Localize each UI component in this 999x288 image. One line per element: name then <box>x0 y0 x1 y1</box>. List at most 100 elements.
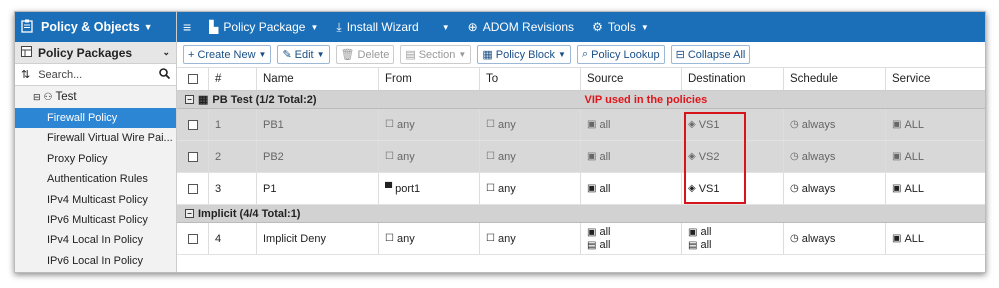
chevron-down-icon: ▼ <box>310 22 319 32</box>
schedule-icon: ◷ <box>790 233 799 244</box>
column-header-destination[interactable]: Destination <box>682 68 784 90</box>
address-icon: ▣ <box>688 226 698 238</box>
column-header-name[interactable]: Name <box>257 68 379 90</box>
nav-item-firewall-policy[interactable]: Firewall Policy <box>15 108 176 129</box>
policy-lookup-button[interactable]: ⌕ Policy Lookup <box>576 45 665 64</box>
table-row[interactable]: 2 PB2 ☐ any ☐ any ▣ all ◈ VS2 ◷ always ▣ ALL <box>177 141 985 173</box>
tools-label: Tools <box>607 20 636 34</box>
nav-item-ipv6-local-in[interactable]: IPv6 Local In Policy <box>15 251 176 271</box>
collapse-icon[interactable]: − <box>185 209 194 218</box>
vip-annotation: VIP used in the policies <box>584 93 708 106</box>
delete-label: Delete <box>357 48 390 61</box>
port-icon: ▀ <box>385 183 393 194</box>
row-destination: ▣ all ▤ all <box>682 223 784 254</box>
install-wizard-button[interactable]: ⤓ Install Wizard <box>336 20 418 35</box>
column-header-service[interactable]: Service <box>886 68 985 90</box>
nav-item-ipv4-multicast[interactable]: IPv4 Multicast Policy <box>15 190 176 210</box>
globe-icon: ⊕ <box>467 20 478 34</box>
install-dropdown-button[interactable]: ▼ <box>437 23 450 32</box>
module-title: Policy & Objects <box>41 20 140 34</box>
row-source: ▣ all <box>581 109 682 140</box>
nav-item-authentication-rules[interactable]: Authentication Rules <box>15 169 176 189</box>
row-checkbox[interactable] <box>177 109 209 140</box>
row-checkbox[interactable] <box>177 223 209 254</box>
create-new-button[interactable]: + Create New ▼ <box>183 45 272 64</box>
address-icon: ▣ <box>587 183 597 194</box>
row-schedule: ◷ always <box>784 141 886 172</box>
policy-packages-header[interactable]: Policy Packages ⌄ <box>15 42 176 64</box>
row-checkbox[interactable] <box>177 173 209 204</box>
row-source: ▣ all <box>581 173 682 204</box>
hamburger-menu-button[interactable]: ≡ <box>183 19 191 35</box>
tools-menu[interactable]: ⚙ Tools ▼ <box>592 20 649 34</box>
chevron-down-icon[interactable]: ⌄ <box>162 47 170 58</box>
section-row-implicit[interactable]: − Implicit (4/4 Total:1) <box>177 205 985 223</box>
search-icon[interactable] <box>159 67 171 82</box>
table-row[interactable]: 3 P1 ▀ port1 ☐ any ▣ all ◈ VS1 ◷ always ▣ ALL <box>177 173 985 205</box>
row-schedule: ◷ always <box>784 223 886 254</box>
collapse-icon[interactable]: − <box>185 95 194 104</box>
nav-item-firewall-virtual-wire[interactable]: Firewall Virtual Wire Pai... <box>15 128 176 148</box>
row-number: 2 <box>209 141 257 172</box>
left-panel: Policy & Objects ▼ Policy Packages ⌄ ⇅ S… <box>15 12 177 272</box>
row-checkbox[interactable] <box>177 141 209 172</box>
policy-objects-menu[interactable]: Policy & Objects ▼ <box>15 12 176 42</box>
policy-block-icon: ▦ <box>482 49 493 61</box>
install-wizard-label: Install Wizard <box>346 20 419 34</box>
collapse-all-button[interactable]: ⊟ Collapse All <box>670 45 751 64</box>
policy-block-button[interactable]: ▦ Policy Block ▼ <box>477 45 571 64</box>
address-icon: ▣ <box>587 119 597 130</box>
column-header-source[interactable]: Source <box>581 68 682 90</box>
chevron-down-icon: ▼ <box>441 22 450 32</box>
search-input[interactable]: Search... <box>38 69 159 81</box>
row-from: ☐ any <box>379 223 480 254</box>
section-button[interactable]: ▤ Section ▼ <box>400 45 472 64</box>
package-folder-icon: ⚇ <box>43 91 53 103</box>
column-header-schedule[interactable]: Schedule <box>784 68 886 90</box>
schedule-icon: ◷ <box>790 151 799 162</box>
interface-icon: ☐ <box>486 183 495 194</box>
section-icon: ▤ <box>405 49 416 61</box>
row-to: ☐ any <box>480 109 581 140</box>
tree-search: ⇅ Search... <box>15 64 176 86</box>
row-service: ▣ ALL <box>892 118 925 131</box>
gear-icon: ⚙ <box>592 20 603 34</box>
tree-node-test[interactable]: ⊟ ⚇ Test <box>15 86 176 108</box>
edit-button[interactable]: ✎ Edit ▼ <box>277 45 330 64</box>
address-icon: ▣ <box>587 151 597 162</box>
nav-item-ipv4-local-in[interactable]: IPv4 Local In Policy <box>15 230 176 250</box>
table-row[interactable]: 1 PB1 ☐ any ☐ any ▣ all ◈ VS1 ◷ always ▣ ALL <box>177 109 985 141</box>
row-schedule: ◷ always <box>784 109 886 140</box>
policy-block-label: Policy Block <box>495 48 556 61</box>
collapse-icon[interactable]: ⊟ <box>33 92 41 103</box>
chevron-down-icon: ▼ <box>143 22 153 32</box>
section-row-pb-test[interactable]: − ▦ PB Test (1/2 Total:2) VIP used in th… <box>177 91 985 109</box>
tree-node-label: Test <box>55 91 77 103</box>
adom-revisions-button[interactable]: ⊕ ADOM Revisions <box>468 20 574 34</box>
table-row[interactable]: 4 Implicit Deny ☐ any ☐ any ▣ all ▤ all ▣ all… <box>177 223 985 255</box>
plus-icon: + <box>188 48 195 61</box>
chevron-down-icon: ▼ <box>258 50 267 59</box>
policy-package-menu[interactable]: ▙ Policy Package ▼ <box>209 20 318 34</box>
clipboard-icon <box>21 19 33 36</box>
column-header-number[interactable]: # <box>209 68 257 90</box>
section-label: Section <box>418 48 456 61</box>
row-name: PB2 <box>257 141 379 172</box>
policy-packages-label: Policy Packages <box>38 45 133 60</box>
collapse-icon: ⊟ <box>675 49 685 61</box>
row-to: ☐ any <box>480 223 581 254</box>
delete-button[interactable]: 🗑 Delete <box>335 45 395 64</box>
row-number: 1 <box>209 109 257 140</box>
service-icon: ▣ <box>892 119 902 130</box>
column-header-from[interactable]: From <box>379 68 480 90</box>
sort-icon[interactable]: ⇅ <box>21 68 30 81</box>
nav-item-proxy-policy[interactable]: Proxy Policy <box>15 149 176 169</box>
install-icon: ⤓ <box>336 19 342 34</box>
policy-table: # Name From To Source Destination Schedu… <box>177 68 985 272</box>
interface-icon: ☐ <box>385 151 394 162</box>
section-label: PB Test (1/2 Total:2) <box>212 93 317 106</box>
row-to: ☐ any <box>480 141 581 172</box>
select-all-checkbox[interactable] <box>177 68 209 90</box>
nav-item-ipv6-multicast[interactable]: IPv6 Multicast Policy <box>15 210 176 230</box>
column-header-to[interactable]: To <box>480 68 581 90</box>
